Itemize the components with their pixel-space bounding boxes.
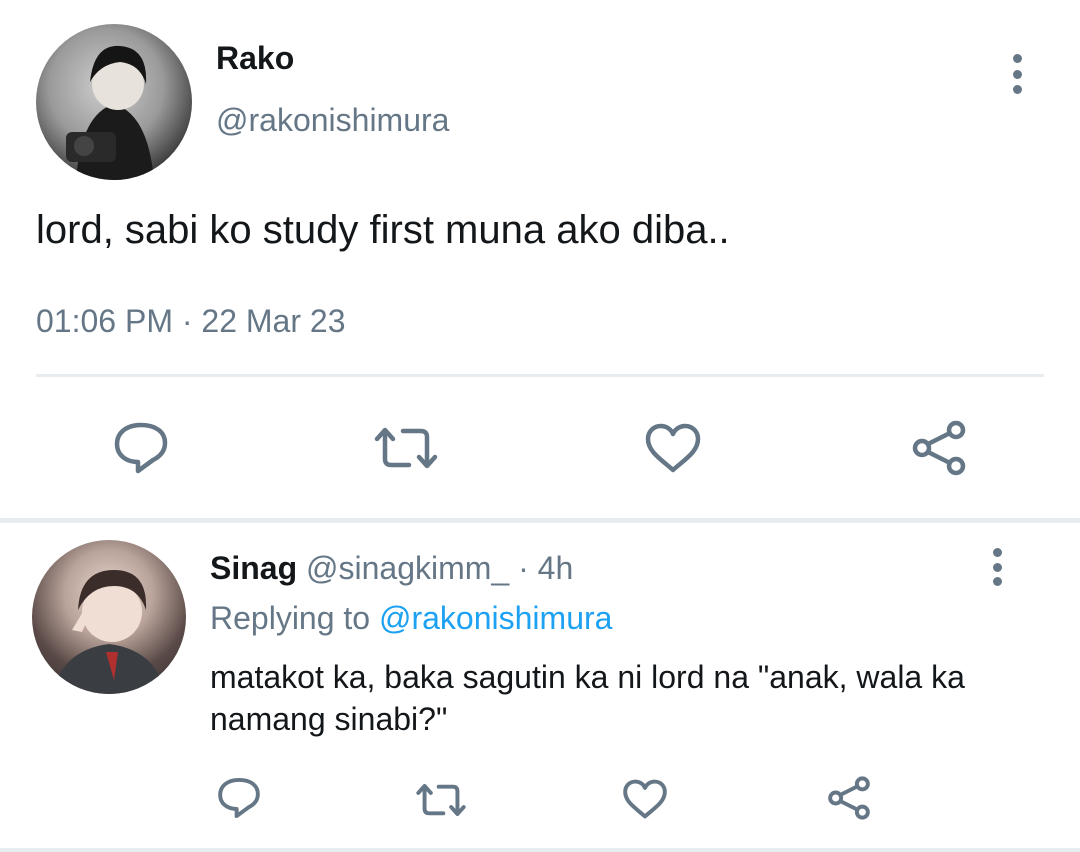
meta-separator: · [181, 303, 193, 339]
share-button[interactable] [910, 420, 968, 476]
replying-to: Replying to @rakonishimura [210, 600, 612, 637]
tweet-text: lord, sabi ko study first muna ako diba.… [36, 208, 730, 252]
reply-retweet-button[interactable] [414, 782, 468, 818]
replying-to-mention[interactable]: @rakonishimura [379, 600, 612, 636]
reply-display-name[interactable]: Sinag [210, 550, 297, 586]
section-separator [0, 518, 1080, 523]
reply-header: Sinag @sinagkimm_ · 4h [210, 550, 573, 587]
user-handle[interactable]: @rakonishimura [216, 102, 449, 139]
like-button[interactable] [644, 422, 702, 474]
reply-like-button[interactable] [622, 778, 668, 820]
tweet-timestamp: 01:06 PM · 22 Mar 23 [36, 303, 345, 340]
replying-to-label: Replying to [210, 600, 371, 636]
divider [36, 374, 1044, 377]
avatar-photo [66, 45, 154, 180]
share-icon [912, 420, 966, 476]
display-name[interactable]: Rako [216, 40, 294, 77]
retweet-button[interactable] [372, 425, 440, 471]
more-vertical-icon[interactable] [1005, 54, 1029, 94]
bottom-divider [0, 848, 1080, 852]
heart-icon [645, 423, 701, 473]
reply-reply-button[interactable] [216, 776, 262, 820]
reply-avatar-photo [52, 570, 166, 694]
reply-text: matakot ka, baka sagutin ka ni lord na "… [210, 659, 965, 737]
main-tweet: Rako @rakonishimura lord, sabi ko study … [0, 0, 1080, 522]
more-vertical-icon[interactable] [985, 548, 1009, 586]
reply-share-button[interactable] [826, 776, 872, 820]
comment-bubble-icon [218, 777, 260, 819]
tweet-time: 01:06 PM [36, 303, 173, 339]
avatar[interactable] [36, 24, 192, 180]
retweet-icon [374, 427, 438, 469]
tweet-date: 22 Mar 23 [201, 303, 346, 339]
heart-icon [623, 779, 667, 819]
reply-separator: · [518, 550, 529, 586]
reply-time: 4h [537, 550, 574, 586]
reply-avatar[interactable] [32, 540, 186, 694]
reply-button[interactable] [112, 420, 170, 476]
reply-handle[interactable]: @sinagkimm_ [306, 550, 509, 586]
share-icon [828, 776, 870, 820]
retweet-icon [416, 783, 466, 817]
comment-bubble-icon [114, 422, 168, 474]
